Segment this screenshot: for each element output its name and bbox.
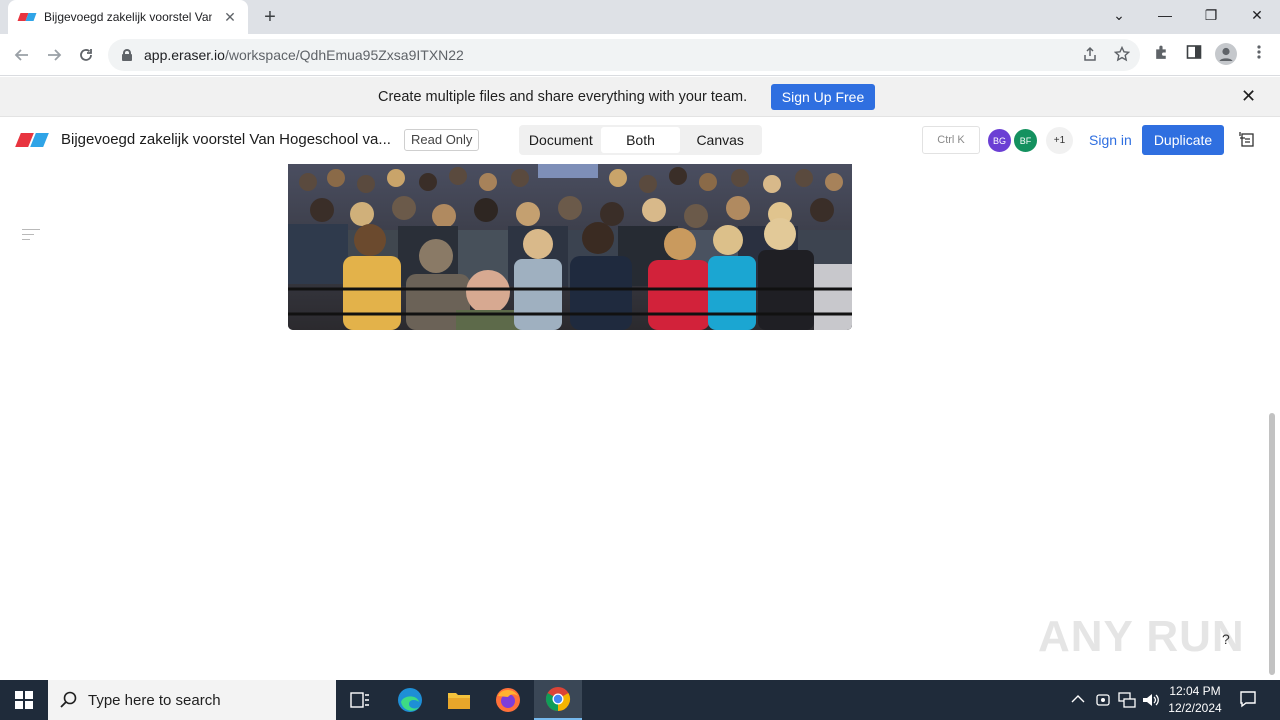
clock-time: 12:04 PM — [1169, 684, 1221, 698]
view-canvas-tab[interactable]: Canvas — [680, 127, 760, 153]
view-both-tab[interactable]: Both — [600, 127, 681, 153]
tab-search-icon[interactable]: ⌄ — [1096, 0, 1142, 30]
tab-title: Bijgevoegd zakelijk voorstel Van — [44, 10, 212, 24]
lock-icon[interactable] — [122, 49, 132, 61]
task-view-icon[interactable] — [336, 680, 384, 720]
promo-banner: Create multiple files and share everythi… — [0, 77, 1280, 117]
avatar-bf[interactable]: BF — [1012, 127, 1039, 154]
url-text[interactable]: app.eraser.io/workspace/QdhEmua95Zxsa9IT… — [144, 47, 464, 63]
file-explorer-icon[interactable] — [435, 680, 483, 720]
screen: Bijgevoegd zakelijk voorstel Van ✕ + ⌄ —… — [0, 0, 1280, 720]
taskbar-search[interactable]: Type here to search — [48, 680, 336, 720]
minimize-button[interactable]: — — [1142, 0, 1188, 30]
view-document-tab[interactable]: Document — [521, 127, 601, 153]
help-button[interactable]: ? — [1222, 631, 1230, 647]
sidepanel-icon[interactable] — [1186, 44, 1202, 64]
sign-up-free-button[interactable]: Sign Up Free — [771, 84, 875, 110]
star-icon[interactable] — [1113, 45, 1131, 66]
banner-close-icon[interactable]: ✕ — [1241, 86, 1256, 107]
search-placeholder: Type here to search — [88, 691, 221, 709]
tab-strip: Bijgevoegd zakelijk voorstel Van ✕ + ⌄ —… — [0, 0, 1280, 34]
command-palette-shortcut[interactable]: Ctrl K — [922, 126, 980, 154]
network-icon[interactable] — [1118, 692, 1136, 711]
extensions-icon[interactable] — [1153, 44, 1170, 65]
new-tab-button[interactable]: + — [258, 5, 282, 29]
forward-icon[interactable] — [42, 43, 66, 67]
restore-button[interactable]: ❐ — [1188, 0, 1234, 30]
view-switcher: Document Both Canvas — [519, 125, 762, 155]
clock-date: 12/2/2024 — [1168, 701, 1222, 715]
banner-text: Create multiple files and share everythi… — [378, 89, 748, 105]
firefox-icon[interactable] — [484, 680, 532, 720]
reload-icon[interactable] — [74, 43, 98, 67]
audience-photo — [288, 164, 852, 330]
document-title[interactable]: Bijgevoegd zakelijk voorstel Van Hogesch… — [61, 131, 391, 148]
anyrun-watermark: ANY RUN — [1038, 612, 1245, 661]
edge-icon[interactable] — [386, 680, 434, 720]
file-panel-icon[interactable] — [1239, 131, 1255, 148]
meet-now-icon[interactable] — [1096, 692, 1110, 711]
eraser-logo-icon[interactable] — [15, 133, 49, 147]
browser-toolbar: app.eraser.io/workspace/QdhEmua95Zxsa9IT… — [0, 34, 1280, 76]
system-clock[interactable]: 12:04 PM 12/2/2024 — [1160, 683, 1230, 717]
back-icon[interactable] — [10, 43, 34, 67]
read-only-badge: Read Only — [404, 129, 480, 151]
avatar-bg[interactable]: BG — [986, 127, 1013, 154]
duplicate-button[interactable]: Duplicate — [1142, 125, 1224, 155]
tray-overflow-icon[interactable] — [1071, 692, 1085, 707]
address-bar[interactable]: app.eraser.io/workspace/QdhEmua95Zxsa9IT… — [108, 39, 1140, 71]
windows-logo-icon — [15, 691, 33, 709]
notifications-icon[interactable] — [1239, 690, 1257, 711]
search-icon — [60, 691, 77, 708]
scrollbar[interactable] — [1269, 413, 1275, 675]
eraser-favicon-icon — [17, 12, 37, 22]
close-window-button[interactable]: ✕ — [1234, 0, 1280, 30]
tab-close-icon[interactable]: ✕ — [222, 9, 238, 26]
profile-icon[interactable] — [1215, 43, 1237, 69]
outline-toggle-icon[interactable] — [22, 229, 40, 241]
more-users-badge[interactable]: +1 — [1046, 127, 1073, 154]
start-button[interactable] — [0, 680, 48, 720]
chrome-icon[interactable] — [534, 680, 582, 720]
menu-icon[interactable] — [1256, 44, 1262, 64]
volume-icon[interactable] — [1142, 692, 1160, 711]
sign-in-link[interactable]: Sign in — [1089, 132, 1132, 148]
browser-tab[interactable]: Bijgevoegd zakelijk voorstel Van ✕ — [8, 0, 248, 34]
share-icon[interactable] — [1082, 46, 1098, 66]
